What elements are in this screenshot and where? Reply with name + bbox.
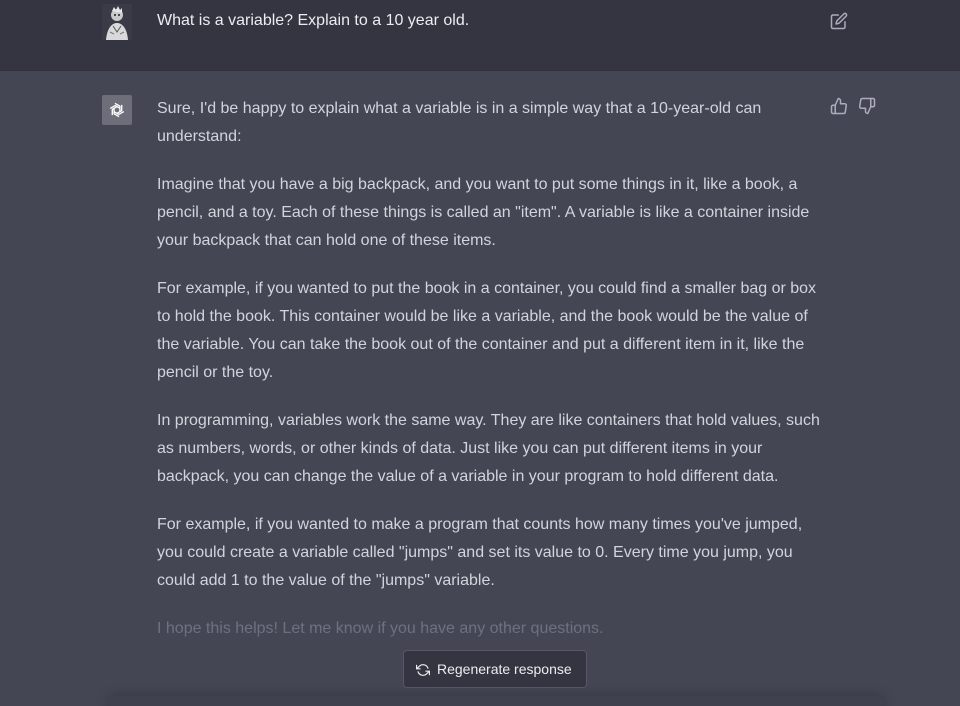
- refresh-icon: [416, 663, 430, 677]
- edit-icon[interactable]: [830, 12, 848, 30]
- assistant-message-text: Sure, I'd be happy to explain what a var…: [157, 95, 827, 663]
- user-message-text: What is a variable? Explain to a 10 year…: [157, 12, 470, 29]
- answer-paragraph: Sure, I'd be happy to explain what a var…: [157, 100, 762, 145]
- user-message-row: What is a variable? Explain to a 10 year…: [0, 0, 960, 71]
- thumbs-down-icon[interactable]: [858, 97, 876, 115]
- user-avatar: [102, 4, 132, 40]
- assistant-message-row: Sure, I'd be happy to explain what a var…: [0, 71, 960, 706]
- regenerate-label: Regenerate response: [437, 661, 572, 677]
- answer-paragraph: For example, if you wanted to make a pro…: [157, 516, 803, 589]
- openai-logo-icon: [102, 95, 132, 125]
- answer-paragraph: I hope this helps! Let me know if you ha…: [157, 620, 604, 637]
- answer-paragraph: For example, if you wanted to put the bo…: [157, 280, 817, 381]
- thumbs-up-icon[interactable]: [830, 97, 848, 115]
- message-input-box[interactable]: [108, 696, 884, 706]
- answer-paragraph: In programming, variables work the same …: [157, 412, 820, 485]
- answer-paragraph: Imagine that you have a big backpack, an…: [157, 176, 810, 249]
- regenerate-response-button[interactable]: Regenerate response: [403, 650, 587, 688]
- chat-page: What is a variable? Explain to a 10 year…: [0, 0, 960, 706]
